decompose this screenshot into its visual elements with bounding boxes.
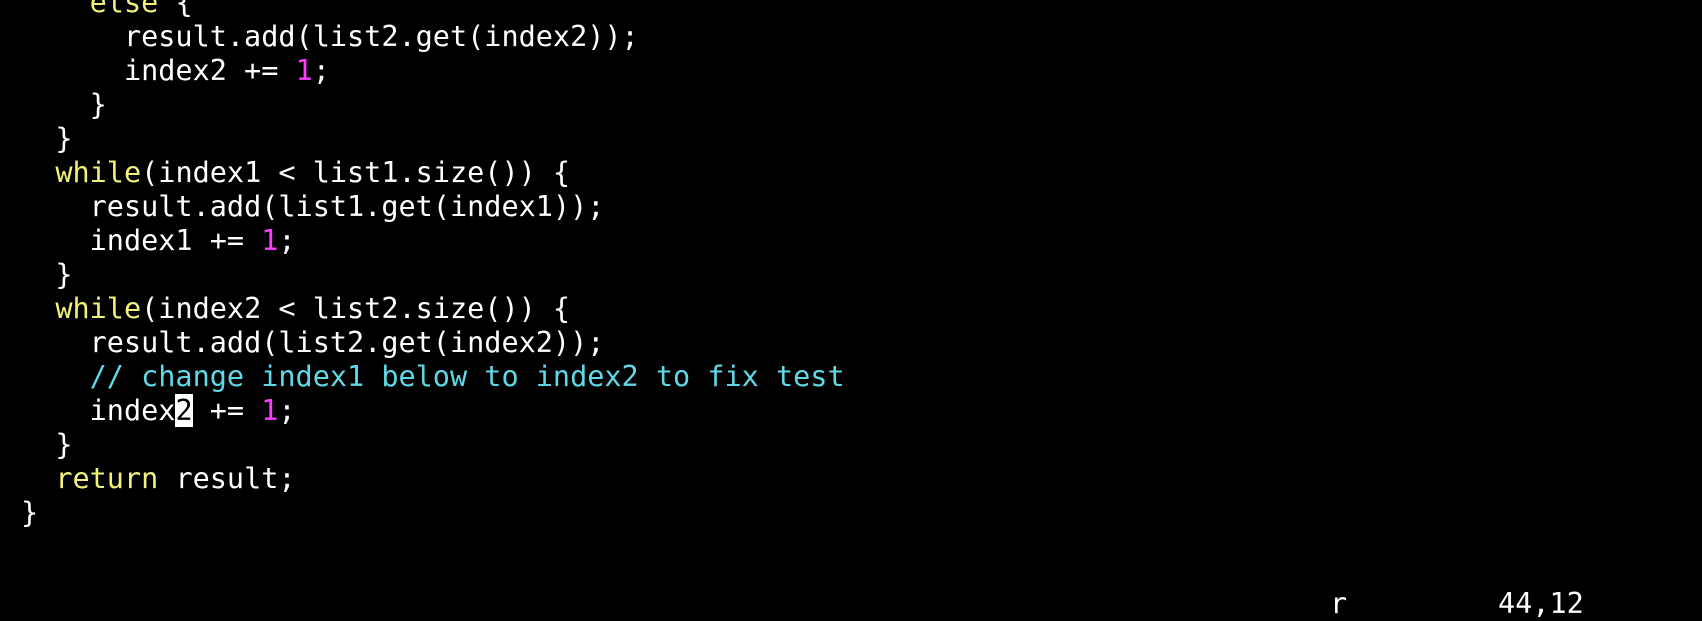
number-literal: 1 bbox=[261, 394, 279, 427]
status-cursor-position: 44,12 bbox=[1498, 587, 1584, 620]
code-comment: // change index1 below to index2 to fix … bbox=[89, 360, 845, 393]
code-line: } bbox=[55, 428, 73, 461]
code-line: } bbox=[55, 258, 73, 291]
code-line: index1 += 1; bbox=[89, 224, 296, 257]
code-line: result.add(list2.get(index2)); bbox=[89, 326, 605, 359]
code-line: } bbox=[21, 496, 39, 529]
code-line: result.add(list1.get(index1)); bbox=[89, 190, 605, 223]
code-line: result.add(list2.get(index2)); bbox=[123, 20, 639, 53]
code-editor[interactable]: else { result.add(list2.get(index2)); in… bbox=[21, 0, 845, 530]
code-line: while(index1 < list1.size()) { bbox=[55, 156, 571, 189]
code-line: } bbox=[89, 88, 107, 121]
code-line: else { bbox=[21, 0, 845, 20]
keyword: else bbox=[89, 0, 159, 19]
code-line-current: index2 += 1; bbox=[89, 394, 296, 427]
keyword: while bbox=[55, 156, 142, 189]
keyword: return bbox=[55, 462, 159, 495]
keyword: while bbox=[55, 292, 142, 325]
code-line: index2 += 1; bbox=[123, 54, 330, 87]
code-line: // change index1 below to index2 to fix … bbox=[21, 360, 845, 394]
number-literal: 1 bbox=[261, 224, 279, 257]
text-cursor[interactable]: 2 bbox=[175, 394, 193, 427]
code-line: } bbox=[55, 122, 73, 155]
number-literal: 1 bbox=[295, 54, 313, 87]
code-line: return result; bbox=[55, 462, 296, 495]
code-line: while(index2 < list2.size()) { bbox=[55, 292, 571, 325]
status-pending-command: r bbox=[1330, 587, 1348, 620]
